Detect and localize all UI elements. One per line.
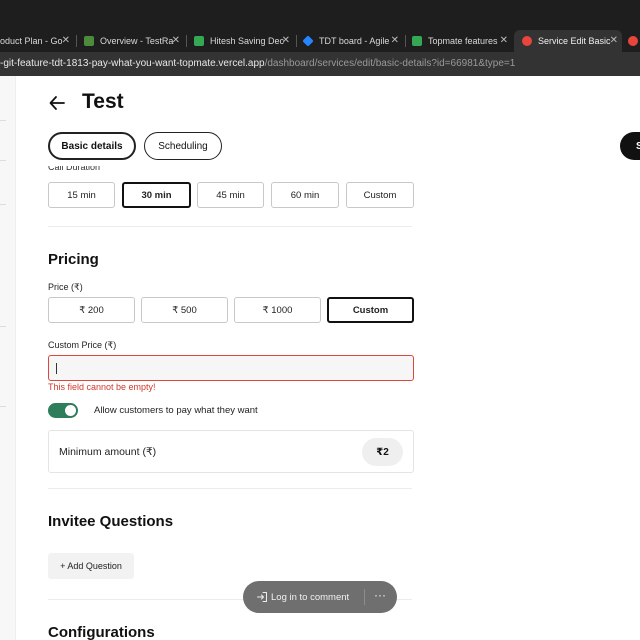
sheets-icon <box>412 36 422 46</box>
invitee-questions-heading: Invitee Questions <box>48 513 174 530</box>
browser-tab[interactable]: Overview - TestRa ✕ <box>84 32 182 50</box>
close-icon[interactable]: ✕ <box>172 35 180 46</box>
browser-tab[interactable]: oduct Plan - Go ✕ <box>0 32 72 50</box>
browser-tab-active[interactable]: Service Edit Basic ✕ <box>514 30 622 52</box>
price-option-200[interactable]: ₹ 200 <box>48 297 135 323</box>
tab-label: TDT board - Agile <box>319 36 390 46</box>
close-icon[interactable]: ✕ <box>282 35 290 46</box>
configurations-heading: Configurations <box>48 624 155 640</box>
pay-what-you-want-toggle[interactable] <box>48 403 78 418</box>
sidebar-divider <box>0 406 6 407</box>
login-to-comment-label[interactable]: Log in to comment <box>271 592 349 603</box>
tab-label: Overview - TestRa <box>100 36 174 46</box>
duration-option-15[interactable]: 15 min <box>48 182 115 208</box>
comment-bar[interactable]: Log in to comment ··· <box>243 581 397 613</box>
jira-icon <box>303 35 314 47</box>
testrail-icon <box>84 36 94 46</box>
price-option-custom[interactable]: Custom <box>327 297 414 323</box>
tab-divider <box>405 35 406 47</box>
back-arrow-icon[interactable] <box>48 94 66 112</box>
price-label: Price (₹) <box>48 282 83 292</box>
sidebar-divider <box>0 326 6 327</box>
tab-basic-details[interactable]: Basic details <box>48 132 136 160</box>
browser-tab[interactable]: TDT board - Agile ✕ <box>303 32 401 50</box>
tab-divider <box>76 35 77 47</box>
browser-tab[interactable]: Topmate features ✕ <box>412 32 510 50</box>
sidebar-divider <box>0 204 6 205</box>
tab-label: oduct Plan - Go <box>0 36 63 46</box>
sidebar-divider <box>0 120 6 121</box>
tab-label: Topmate features <box>428 36 498 46</box>
sheets-icon <box>194 36 204 46</box>
toggle-knob <box>65 405 76 416</box>
duration-option-60[interactable]: 60 min <box>271 182 339 208</box>
tab-divider <box>186 35 187 47</box>
more-options-icon[interactable]: ··· <box>374 588 386 602</box>
close-icon[interactable]: ✕ <box>62 35 70 46</box>
price-option-500[interactable]: ₹ 500 <box>141 297 228 323</box>
duration-label: Call Duration <box>48 166 101 172</box>
section-divider <box>48 488 412 489</box>
tab-scheduling[interactable]: Scheduling <box>144 132 222 160</box>
tab-label: Hitesh Saving Dec <box>210 36 285 46</box>
url-text[interactable]: -git-feature-tdt-1813-pay-what-you-want-… <box>0 58 515 69</box>
toggle-label: Allow customers to pay what they want <box>94 405 258 416</box>
custom-price-input[interactable] <box>48 355 414 381</box>
minimum-amount-value[interactable]: ₹2 <box>362 438 403 466</box>
address-bar[interactable]: -git-feature-tdt-1813-pay-what-you-want-… <box>0 52 640 76</box>
section-divider <box>48 226 412 227</box>
error-message: This field cannot be empty! <box>48 382 156 392</box>
tab-label: Service Edit Basic <box>538 36 611 46</box>
page-title: Test <box>82 90 124 113</box>
save-button[interactable]: S <box>620 132 640 160</box>
close-icon[interactable]: ✕ <box>500 35 508 46</box>
url-host: -git-feature-tdt-1813-pay-what-you-want-… <box>0 58 265 69</box>
url-path: /dashboard/services/edit/basic-details?i… <box>264 58 516 69</box>
add-question-button[interactable]: + Add Question <box>48 553 134 579</box>
close-icon[interactable]: ✕ <box>610 35 618 46</box>
login-icon <box>257 592 267 602</box>
left-sidebar <box>0 76 16 640</box>
tab-divider <box>296 35 297 47</box>
duration-option-45[interactable]: 45 min <box>197 182 264 208</box>
browser-tab-bar: oduct Plan - Go ✕ Overview - TestRa ✕ Hi… <box>0 0 640 52</box>
close-icon[interactable]: ✕ <box>391 35 399 46</box>
topmate-icon <box>628 36 638 46</box>
price-option-1000[interactable]: ₹ 1000 <box>234 297 321 323</box>
duration-option-30[interactable]: 30 min <box>122 182 191 208</box>
pricing-heading: Pricing <box>48 251 99 268</box>
text-caret <box>56 363 57 374</box>
custom-price-label: Custom Price (₹) <box>48 340 117 350</box>
comment-bar-divider <box>364 589 365 605</box>
minimum-amount-label: Minimum amount (₹) <box>59 446 157 458</box>
sidebar-divider <box>0 160 6 161</box>
minimum-amount-box: Minimum amount (₹) ₹2 <box>48 430 414 473</box>
topmate-icon <box>522 36 532 46</box>
page-content: Test Basic details Scheduling S Call Dur… <box>0 76 640 640</box>
duration-option-custom[interactable]: Custom <box>346 182 414 208</box>
browser-tab[interactable]: Hitesh Saving Dec ✕ <box>194 32 292 50</box>
browser-tab[interactable] <box>628 32 640 50</box>
